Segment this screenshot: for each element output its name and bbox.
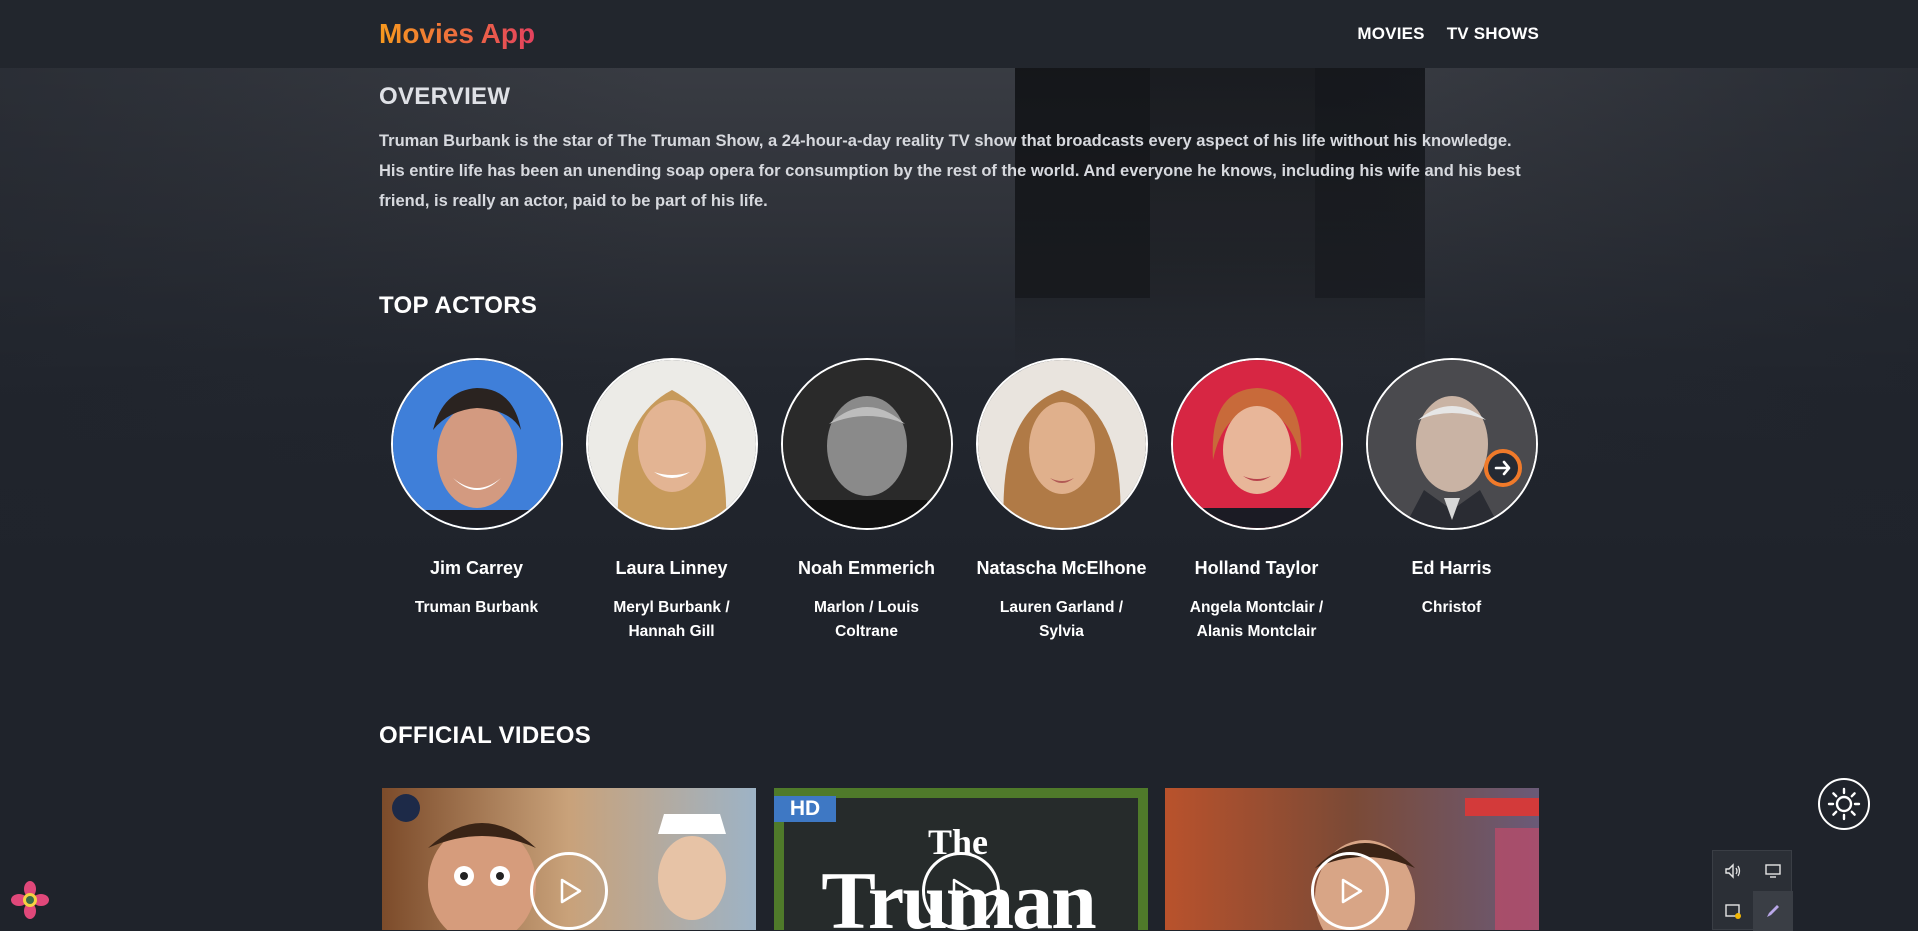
- pen-icon[interactable]: [1753, 891, 1793, 931]
- overview-text: Truman Burbank is the star of The Truman…: [379, 132, 1521, 210]
- actor-name: Holland Taylor: [1194, 558, 1319, 578]
- app-logo[interactable]: Movies App: [379, 16, 535, 52]
- actor-role: Lauren Garland / Sylvia: [999, 599, 1124, 640]
- actor-card[interactable]: Natascha McElhone Lauren Garland / Sylvi…: [964, 358, 1159, 644]
- actor-role: Marlon / Louis Coltrane: [813, 599, 920, 640]
- actor-role: Meryl Burbank / Hannah Gill: [613, 599, 730, 640]
- actor-card[interactable]: Noah Emmerich Marlon / Louis Coltrane: [769, 358, 964, 644]
- screen-cast-icon[interactable]: [1713, 891, 1753, 931]
- actor-photo-image: [1367, 360, 1536, 528]
- actor-photo: [1170, 358, 1343, 530]
- arrow-right-glyph: [1494, 460, 1511, 476]
- actor-role: Truman Burbank: [414, 599, 539, 616]
- video-thumbnail[interactable]: HD The Truman: [774, 788, 1148, 930]
- actor-role: Angela Montclair / Alanis Montclair: [1189, 599, 1324, 640]
- actor-name: Noah Emmerich: [797, 558, 936, 578]
- actor-photo-image: [977, 360, 1146, 528]
- speaker-glyph: [1725, 863, 1741, 879]
- display-glyph: [1765, 864, 1781, 878]
- actor-name: Ed Harris: [1411, 558, 1492, 578]
- actor-photo-image: [392, 360, 561, 528]
- actor-photo: [780, 358, 953, 530]
- official-videos-heading: OFFICIAL VIDEOS: [379, 722, 592, 749]
- actor-card[interactable]: Holland Taylor Angela Montclair / Alanis…: [1159, 358, 1354, 644]
- flower-icon[interactable]: [10, 880, 50, 920]
- nav-tv-shows-link[interactable]: TV SHOWS: [1447, 22, 1539, 46]
- flower-glyph: [11, 881, 49, 919]
- videos-carousel: HD The Truman: [379, 788, 1541, 930]
- overview-heading: OVERVIEW: [379, 83, 511, 110]
- actors-carousel: Jim Carrey Truman Burbank Laura Linney M…: [379, 358, 1541, 658]
- sun-icon[interactable]: [1818, 778, 1870, 830]
- play-icon[interactable]: [530, 852, 608, 930]
- play-icon[interactable]: [1311, 852, 1389, 930]
- top-actors-heading: TOP ACTORS: [379, 292, 538, 319]
- pen-glyph: [1767, 905, 1779, 917]
- screen-cast-glyph: [1725, 904, 1741, 919]
- actor-photo: [585, 358, 758, 530]
- actor-photo: [390, 358, 563, 530]
- nav-movies-link[interactable]: MOVIES: [1357, 22, 1424, 46]
- play-glyph: [952, 878, 974, 904]
- system-tray: [1712, 850, 1793, 931]
- actor-name: Natascha McElhone: [976, 558, 1147, 578]
- display-icon[interactable]: [1753, 851, 1793, 891]
- actor-photo: [975, 358, 1148, 530]
- main-nav: MOVIES TV SHOWS: [1357, 22, 1539, 46]
- play-glyph: [1341, 878, 1363, 904]
- hd-badge: HD: [774, 796, 836, 822]
- play-glyph: [560, 878, 582, 904]
- sun-glyph: [1827, 787, 1861, 821]
- actor-card[interactable]: Jim Carrey Truman Burbank: [379, 358, 574, 620]
- arrow-right-circle-icon[interactable]: [1484, 449, 1522, 487]
- actor-card[interactable]: Ed Harris Christof: [1354, 358, 1549, 620]
- actor-photo-image: [782, 360, 951, 528]
- video-thumbnail[interactable]: [382, 788, 756, 930]
- actor-role: Christof: [1421, 599, 1482, 616]
- play-icon[interactable]: [922, 852, 1000, 930]
- top-navbar: Movies App MOVIES TV SHOWS: [0, 0, 1918, 68]
- actor-photo: [1365, 358, 1538, 530]
- actor-card[interactable]: Laura Linney Meryl Burbank / Hannah Gill: [574, 358, 769, 644]
- actor-photo-image: [587, 360, 756, 528]
- video-thumbnail[interactable]: [1165, 788, 1539, 930]
- actor-name: Laura Linney: [615, 558, 728, 578]
- actor-photo-image: [1172, 360, 1341, 528]
- actor-name: Jim Carrey: [429, 558, 524, 578]
- speaker-icon[interactable]: [1713, 851, 1753, 891]
